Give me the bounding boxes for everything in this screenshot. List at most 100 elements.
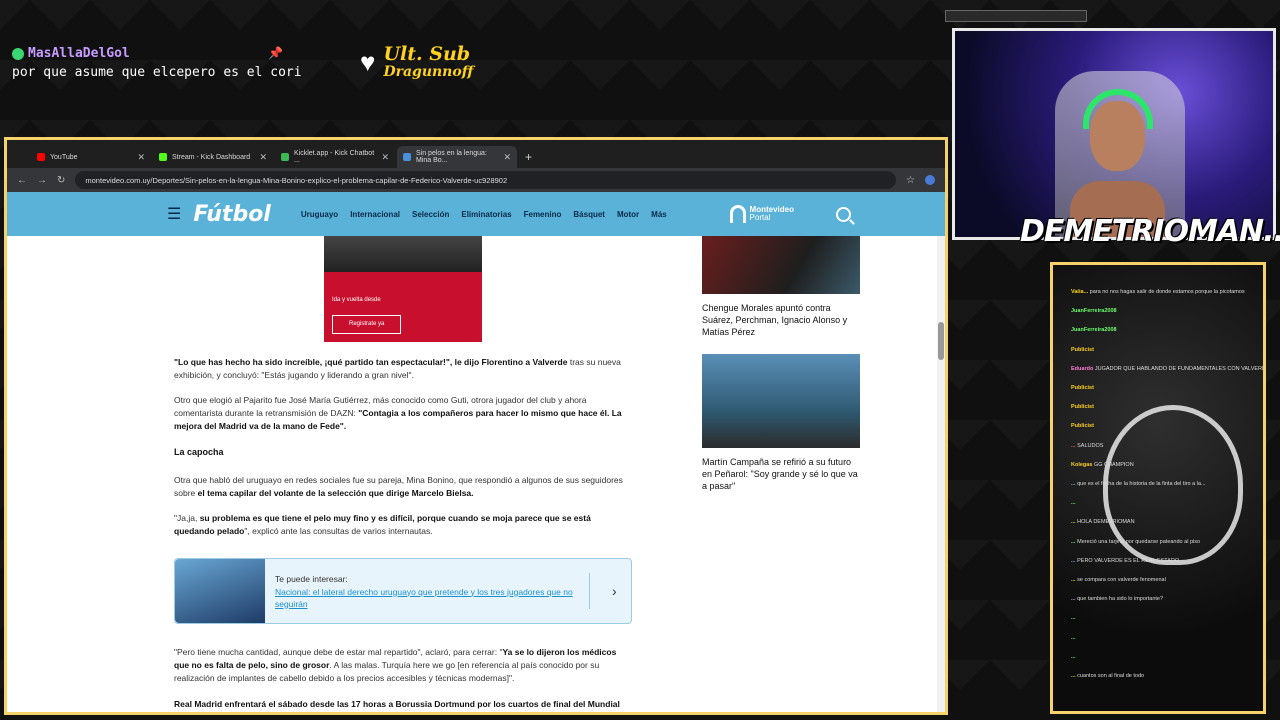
news-image[interactable] [702,354,860,448]
chat-username-text: MasAllaDelGol [28,46,130,61]
chat-line-text: que tambien ha sido lo importante? [1077,596,1164,603]
chat-line-text: SALUDOS [1077,442,1104,449]
nav-motor[interactable]: Motor [617,210,639,219]
chat-line: Publicist [1071,385,1094,391]
kick-icon [159,153,167,161]
chat-line-user: Kolegas [1071,461,1094,468]
highlighted-chat: MasAllaDelGol por que asume que elcepero… [12,46,302,80]
last-sub-title: Ult. Sub [383,43,471,65]
paragraph: Real Madrid enfrentará el sábado desde l… [174,698,632,712]
chat-panel: Vaiia... para no nos hagas salir de dond… [1050,262,1266,714]
tab-bar: YouTube ✕ Stream - Kick Dashboard ✕ Kick… [7,140,945,168]
nav-uruguayo[interactable]: Uruguayo [301,210,338,219]
chat-line-user: Publicist [1071,346,1094,353]
nav-femenino[interactable]: Femenino [524,210,562,219]
chat-line-user: Eduardo [1071,365,1095,372]
tab-label: Kicklet.app - Kick Chatbot ... [294,150,375,164]
extension-icon[interactable] [925,175,935,185]
nav-eliminatorias[interactable]: Eliminatorias [461,210,511,219]
nav-mas[interactable]: Más [651,210,667,219]
site-logo[interactable]: Fútbol [193,202,271,227]
paragraph: "Ja,ja, su problema es que tiene el pelo… [174,512,632,538]
chat-line: ... [1071,615,1076,621]
scrollbar[interactable] [937,236,945,712]
chat-line: JuanFerreira2008 [1071,308,1117,314]
chat-line-text: JUGADOR QUE HABLANDO DE FUNDAMENTALES CO… [1094,365,1266,372]
frame-decoration [945,10,1087,22]
chat-line-user: ... [1071,500,1076,507]
portal-mark-icon [729,205,746,223]
tab-youtube[interactable]: YouTube ✕ [31,146,151,168]
chat-line: ... [1071,654,1076,660]
close-icon[interactable]: ✕ [381,152,389,163]
chat-line-text: que es el fecha de la historia de la fin… [1077,481,1206,487]
ad-button[interactable]: Registrate ya [332,315,402,334]
news-title[interactable]: Martín Campaña se refirió a su futuro en… [702,456,862,492]
chevron-right-icon[interactable]: › [612,584,617,598]
paragraph-text: ", explicó ante las consultas de varios … [244,526,433,536]
tab-kick-dashboard[interactable]: Stream - Kick Dashboard ✕ [153,146,273,168]
close-icon[interactable]: ✕ [503,152,511,163]
chat-line: ... SALUDOS [1071,443,1103,449]
chat-line: Publicist [1071,404,1094,410]
chat-username: MasAllaDelGol [12,46,302,61]
close-icon[interactable]: ✕ [137,152,145,163]
related-link[interactable]: Nacional: el lateral derecho uruguayo qu… [275,586,575,610]
menu-icon[interactable]: ☰ [167,204,181,224]
tab-article[interactable]: Sin pelos en la lengua: Mina Bo... ✕ [397,146,517,168]
portal-logo[interactable]: Montevideo Portal [729,205,794,223]
paragraph-bold: "Lo que has hecho ha sido increíble, ¡qu… [174,357,568,367]
paragraph: Otro que elogió al Pajarito fue José Mar… [174,394,632,433]
chat-line: Publicist [1071,347,1094,353]
chat-line-text: Mereció una tarjeta por quedarse pateand… [1077,538,1201,545]
webcam-feed [952,28,1276,240]
chat-line: JuanFerreira2008 [1071,327,1117,333]
chat-line-user: Publicist [1071,423,1094,430]
paragraph: "Lo que has hecho ha sido increíble, ¡qu… [174,356,632,382]
tab-label: YouTube [50,153,78,161]
chat-line-text: para no nos hagas salir de donde estamos… [1089,289,1245,295]
close-icon[interactable]: ✕ [259,152,267,163]
nav-basquet[interactable]: Básquet [573,210,605,219]
chat-line: Eduardo JUGADOR QUE HABLANDO DE FUNDAMEN… [1071,365,1266,372]
chat-line: Kolegas GG CHAMPION [1071,462,1134,468]
chat-line-text: se compara con valverde fenomenal [1077,577,1166,583]
kicklet-icon [281,153,289,161]
related-label: Te puede interesar: [275,573,348,584]
search-icon[interactable] [836,206,851,222]
chat-line-user: JuanFerreira2008 [1071,308,1117,315]
divider [589,573,590,609]
paragraph-bold: Real Madrid enfrentará el sábado desde l… [174,699,620,709]
bookmark-star-icon[interactable]: ☆ [906,175,915,186]
web-page: ☰ Fútbol Uruguayo Internacional Selecció… [7,192,945,712]
reload-icon[interactable]: ↻ [57,175,65,186]
related-article-card[interactable]: Te puede interesar: Nacional: el lateral… [174,558,632,624]
url-text: montevideo.com.uy/Deportes/Sin-pelos-en-… [85,175,508,185]
advertisement[interactable]: Ida y vuelta desde Registrate ya [324,236,482,342]
section-heading: La capocha [174,447,224,457]
scrollbar-thumb[interactable] [938,322,944,360]
heart-icon: ♥ [360,47,376,78]
nav-seleccion[interactable]: Selección [412,210,449,219]
chat-line-user: JuanFerreira2008 [1071,327,1117,334]
url-input[interactable]: montevideo.com.uy/Deportes/Sin-pelos-en-… [75,171,897,189]
chat-line: ... HOLA DEMETRIOMAN [1071,519,1135,525]
paragraph-bold: el tema capilar del volante de la selecc… [197,488,474,498]
chat-line: Vaiia... para no nos hagas salir de dond… [1071,289,1245,295]
site-navbar: ☰ Fútbol Uruguayo Internacional Selecció… [7,192,945,236]
news-title[interactable]: Chengue Morales apuntó contra Suárez, Pe… [702,302,862,338]
forward-icon[interactable]: → [37,175,47,186]
montevideo-icon [403,153,411,161]
nav-internacional[interactable]: Internacional [350,210,400,219]
chat-line-text: HOLA DEMETRIOMAN [1077,519,1135,526]
new-tab-button[interactable]: + [519,146,538,168]
tab-label: Stream - Kick Dashboard [172,153,251,161]
chat-line-text: PERO VALVERDE ES EL REAL ESTADO [1077,557,1180,564]
chat-message: por que asume que elcepero es el cori [12,65,302,80]
paragraph: Otra que habló del uruguayo en redes soc… [174,474,632,500]
chat-line: ... [1071,500,1076,506]
browser-window: YouTube ✕ Stream - Kick Dashboard ✕ Kick… [4,137,948,715]
tab-kicklet[interactable]: Kicklet.app - Kick Chatbot ... ✕ [275,146,395,168]
news-image[interactable] [702,236,860,294]
back-icon[interactable]: ← [17,175,27,186]
